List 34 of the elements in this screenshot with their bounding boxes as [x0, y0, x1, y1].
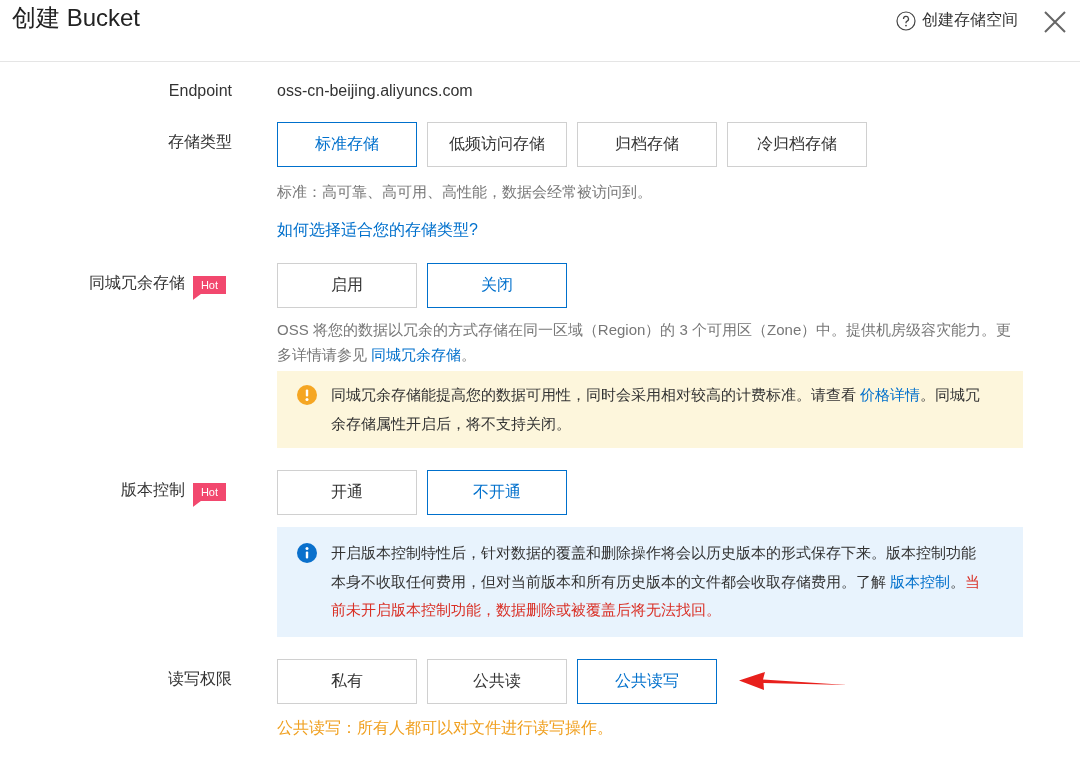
- option-button[interactable]: 启用: [277, 263, 417, 308]
- field-label: Endpoint: [168, 82, 232, 100]
- link[interactable]: 价格详情: [860, 386, 921, 403]
- notice-text: 同城冗余存储能提高您的数据可用性，同时会采用相对较高的计费标准。请查看 价格详情。同城冗余存储属性开启后，将不支持关闭。: [331, 385, 981, 434]
- endpoint-value: oss-cn-beijing.aliyuncs.com: [277, 82, 474, 100]
- option-button[interactable]: 低频访问存储: [427, 122, 567, 167]
- hot-badge: Hot: [192, 483, 226, 507]
- option-button[interactable]: 私有: [277, 658, 417, 704]
- option-button[interactable]: 冷归档存储: [727, 122, 867, 167]
- field-label: 版本控制: [120, 480, 185, 500]
- info-icon: [297, 543, 317, 563]
- permission-hint: 公共读写：所有人都可以对文件进行读写操作。: [277, 717, 614, 738]
- field-label: 存储类型: [168, 132, 232, 152]
- exclamation-icon: [297, 385, 317, 405]
- link[interactable]: 同城冗余存储: [371, 346, 462, 363]
- option-button[interactable]: 关闭: [427, 263, 567, 308]
- dialog-title: 创建 Bucket: [12, 3, 142, 33]
- close-icon[interactable]: [1044, 11, 1066, 33]
- field-description: 标准：高可靠、高可用、高性能，数据会经常被访问到。: [277, 182, 653, 202]
- field-description: OSS 将您的数据以冗余的方式存储在同一区域（Region）的 3 个可用区（Zone）中。提供机房级容灾能力。更多详情请参见 同城冗余存储。: [277, 320, 1013, 365]
- help-link[interactable]: 如何选择适合您的存储类型?: [277, 220, 478, 241]
- option-button[interactable]: 归档存储: [577, 122, 717, 167]
- option-button[interactable]: 公共读: [427, 658, 567, 704]
- help-icon: [896, 10, 916, 31]
- option-button[interactable]: 公共读写: [577, 658, 717, 704]
- field-label: 读写权限: [168, 668, 232, 689]
- option-button[interactable]: 标准存储: [277, 122, 417, 167]
- link[interactable]: 版本控制: [890, 572, 951, 590]
- option-button[interactable]: 不开通: [427, 470, 567, 515]
- option-button[interactable]: 开通: [277, 470, 417, 515]
- hot-badge: Hot: [192, 276, 226, 300]
- field-label: 同城冗余存储: [88, 273, 185, 293]
- help-link[interactable]: 创建存储空间: [896, 10, 1018, 31]
- notice-text: 开启版本控制特性后，针对数据的覆盖和删除操作将会以历史版本的形式保存下来。版本控制功能本身不收取任何费用，但对当前版本和所有历史版本的文件都会收取存储费用。了解 版本控制。当前未开启版本控制功能，数据删除或被覆盖后将无法找回。: [331, 543, 981, 620]
